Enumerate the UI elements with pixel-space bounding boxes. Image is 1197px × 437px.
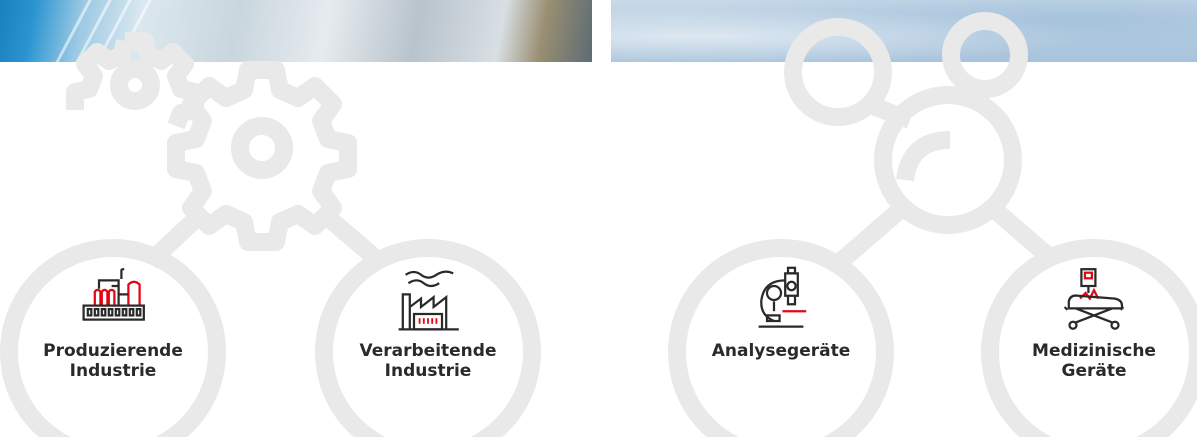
category-produzierende-industrie[interactable]: Produzierende Industrie: [8, 265, 218, 425]
hospital-bed-icon: [1063, 268, 1125, 330]
category-label: Medizinische Geräte: [1032, 341, 1156, 381]
gear-icon: [66, 32, 204, 130]
category-label: Verarbeitende Industrie: [359, 341, 497, 381]
category-label: Produzierende Industrie: [43, 341, 183, 381]
microscope-icon: [758, 266, 807, 328]
factory-plant-icon: [82, 268, 145, 321]
category-label: Analysegeräte: [711, 341, 851, 361]
factory-smoke-icon: [398, 270, 459, 331]
gear-icon: [167, 61, 357, 251]
category-analysegeraete[interactable]: Analysegeräte: [676, 265, 886, 425]
category-verarbeitende-industrie[interactable]: Verarbeitende Industrie: [323, 265, 533, 425]
category-medizinische-geraete[interactable]: Medizinische Geräte: [989, 265, 1197, 425]
